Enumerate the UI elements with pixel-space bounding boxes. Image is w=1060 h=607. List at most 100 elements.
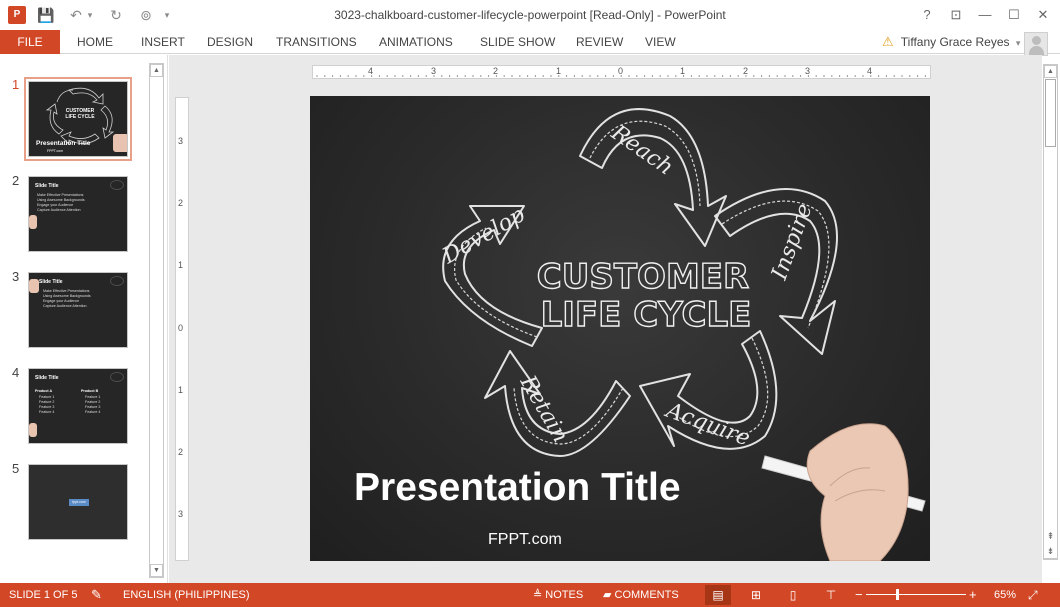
- tab-home[interactable]: HOME: [77, 30, 113, 54]
- tab-transitions[interactable]: TRANSITIONS: [276, 30, 357, 54]
- ruler-label: 4: [867, 66, 873, 76]
- comments-label: COMMENTS: [614, 589, 679, 601]
- slide-title-text[interactable]: Presentation Title: [354, 466, 681, 510]
- scroll-up-icon[interactable]: ▲: [1044, 65, 1057, 78]
- start-presentation-icon[interactable]: ⊚: [136, 5, 156, 25]
- thumbnail-number: 5: [12, 461, 20, 476]
- minimize-button[interactable]: —: [972, 3, 998, 27]
- thumbnail-scrollbar[interactable]: ▲ ▼: [149, 63, 164, 578]
- comment-icon: ▰: [603, 589, 615, 601]
- thumbnail-brand: FPPT.com: [47, 149, 64, 153]
- title-bar: P 💾 ↶ ▾ ↻ ⊚ ▾ 3023-chalkboard-customer-l…: [0, 0, 1060, 30]
- tab-animations[interactable]: ANIMATIONS: [379, 30, 453, 54]
- thumbnail-column-a: Product A: [35, 389, 53, 393]
- thumbnail-slide-3[interactable]: Slide Title Make Effective Presentations…: [28, 272, 128, 348]
- hand-with-chalk-image: [761, 423, 926, 561]
- ruler-label: 0: [618, 66, 624, 76]
- tab-insert[interactable]: INSERT: [141, 30, 185, 54]
- stage-label-inspire: Inspire: [767, 200, 818, 284]
- ruler-label: 3: [805, 66, 811, 76]
- horizontal-ruler: 4 3 2 1 0 1 2 3 4: [312, 65, 931, 79]
- scroll-down-icon[interactable]: ▼: [150, 564, 163, 577]
- tab-view[interactable]: VIEW: [645, 30, 676, 54]
- stage-label-acquire: Acquire: [661, 397, 753, 451]
- ruler-label: 2: [493, 66, 499, 76]
- tab-slide-show[interactable]: SLIDE SHOW: [480, 30, 555, 54]
- list-item: Feature 4: [39, 410, 55, 414]
- slide-brand-text[interactable]: FPPT.com: [488, 531, 562, 549]
- thumbnail-title: Slide Title: [39, 279, 63, 285]
- save-icon[interactable]: 💾: [36, 5, 56, 25]
- close-button[interactable]: ✕: [1030, 3, 1056, 27]
- stage-label-retain: Retain: [514, 371, 573, 447]
- ruler-label: 3: [178, 136, 184, 146]
- maximize-button[interactable]: ☐: [1001, 3, 1027, 27]
- stage-label-develop: Develop: [438, 202, 530, 269]
- zoom-out-icon[interactable]: −: [855, 583, 863, 607]
- slide-thumbnail-pane: 1 CUSTOMER LIFE CYCLE Presentation Title…: [0, 55, 168, 583]
- diagram-heading-line-1: CUSTOMER: [537, 257, 749, 297]
- customize-qat-icon[interactable]: ▾: [160, 5, 174, 25]
- tab-review[interactable]: REVIEW: [576, 30, 623, 54]
- ribbon-display-options-button[interactable]: ⊡: [943, 3, 969, 27]
- ruler-label: 2: [178, 198, 184, 208]
- tab-design[interactable]: DESIGN: [207, 30, 253, 54]
- ruler-label: 1: [680, 66, 686, 76]
- comments-button[interactable]: ▰ COMMENTS: [603, 583, 679, 607]
- cycle-logo-icon: [110, 180, 124, 190]
- thumbnail-bullets: Make Effective Presentations Using Aweso…: [37, 193, 85, 213]
- ruler-label: 3: [178, 509, 184, 519]
- current-slide[interactable]: Reach Inspire Acquire Retain Develop CUS…: [310, 96, 930, 561]
- help-button[interactable]: ?: [914, 3, 940, 27]
- thumbnail-number: 2: [12, 173, 20, 188]
- slide-scrollbar[interactable]: ▲ ▼: [1043, 64, 1058, 560]
- scroll-up-icon[interactable]: ▲: [150, 64, 163, 77]
- thumbnail-slide-5[interactable]: fppt.com: [28, 464, 128, 540]
- next-slide-icon[interactable]: ⇟: [1044, 545, 1057, 558]
- list-item: Capture Audience Attention: [37, 208, 81, 212]
- thumbnail-title: Presentation Title: [36, 140, 91, 147]
- previous-slide-icon[interactable]: ⇞: [1044, 530, 1057, 543]
- thumbnail-title: Slide Title: [35, 375, 59, 381]
- notes-button[interactable]: ≜ NOTES: [533, 583, 583, 607]
- user-menu-chevron-icon: ▾: [1015, 38, 1021, 48]
- warning-icon: ⚠: [882, 34, 894, 49]
- diagram-heading-line-2: LIFE CYCLE: [541, 295, 752, 335]
- notes-label: NOTES: [545, 589, 584, 601]
- slide-show-view-icon[interactable]: ⊤: [818, 585, 844, 605]
- thumbnail-slide-1[interactable]: CUSTOMER LIFE CYCLE Presentation Title F…: [24, 77, 132, 161]
- thumbnail-title: Slide Title: [35, 183, 59, 189]
- fit-slide-to-window-icon[interactable]: ⤢: [1028, 583, 1038, 607]
- reading-view-icon[interactable]: ▯: [780, 585, 806, 605]
- scroll-thumb[interactable]: [1045, 79, 1056, 147]
- zoom-slider-handle[interactable]: [896, 589, 899, 600]
- redo-icon[interactable]: ↻: [106, 5, 126, 25]
- normal-view-icon[interactable]: ▤: [705, 585, 731, 605]
- avatar[interactable]: [1024, 32, 1048, 56]
- thumbnail-slide-2[interactable]: Slide Title Make Effective Presentations…: [28, 176, 128, 252]
- slide-sorter-view-icon[interactable]: ⊞: [743, 585, 769, 605]
- stage-label-reach: Reach: [606, 120, 678, 181]
- user-name: Tiffany Grace Reyes: [900, 35, 1010, 49]
- ruler-label: 2: [743, 66, 749, 76]
- tab-file[interactable]: FILE: [0, 30, 60, 54]
- ruler-label: 1: [178, 260, 184, 270]
- cycle-logo-icon: [110, 372, 124, 382]
- zoom-in-icon[interactable]: +: [969, 583, 977, 607]
- hand-image: [29, 279, 39, 293]
- ruler-label: 0: [178, 323, 184, 333]
- user-account[interactable]: ⚠ Tiffany Grace Reyes ▾: [882, 30, 1020, 54]
- ruler-label: 1: [556, 66, 562, 76]
- undo-icon[interactable]: ↶: [66, 5, 86, 25]
- ribbon-tabs: FILE HOME INSERT DESIGN TRANSITIONS ANIM…: [0, 30, 1060, 56]
- zoom-slider[interactable]: [866, 594, 966, 595]
- zoom-level[interactable]: 65%: [994, 583, 1016, 607]
- language-indicator[interactable]: ENGLISH (PHILIPPINES): [123, 583, 250, 607]
- powerpoint-app-icon[interactable]: P: [8, 6, 26, 24]
- spell-check-icon[interactable]: ✎: [91, 583, 102, 607]
- undo-dropdown-icon[interactable]: ▾: [84, 5, 96, 25]
- thumbnail-label: fppt.com: [69, 499, 89, 506]
- thumbnail-slide-4[interactable]: Slide Title Product A Feature 1 Feature …: [28, 368, 128, 444]
- ruler-label: 4: [368, 66, 374, 76]
- hand-image: [29, 423, 37, 437]
